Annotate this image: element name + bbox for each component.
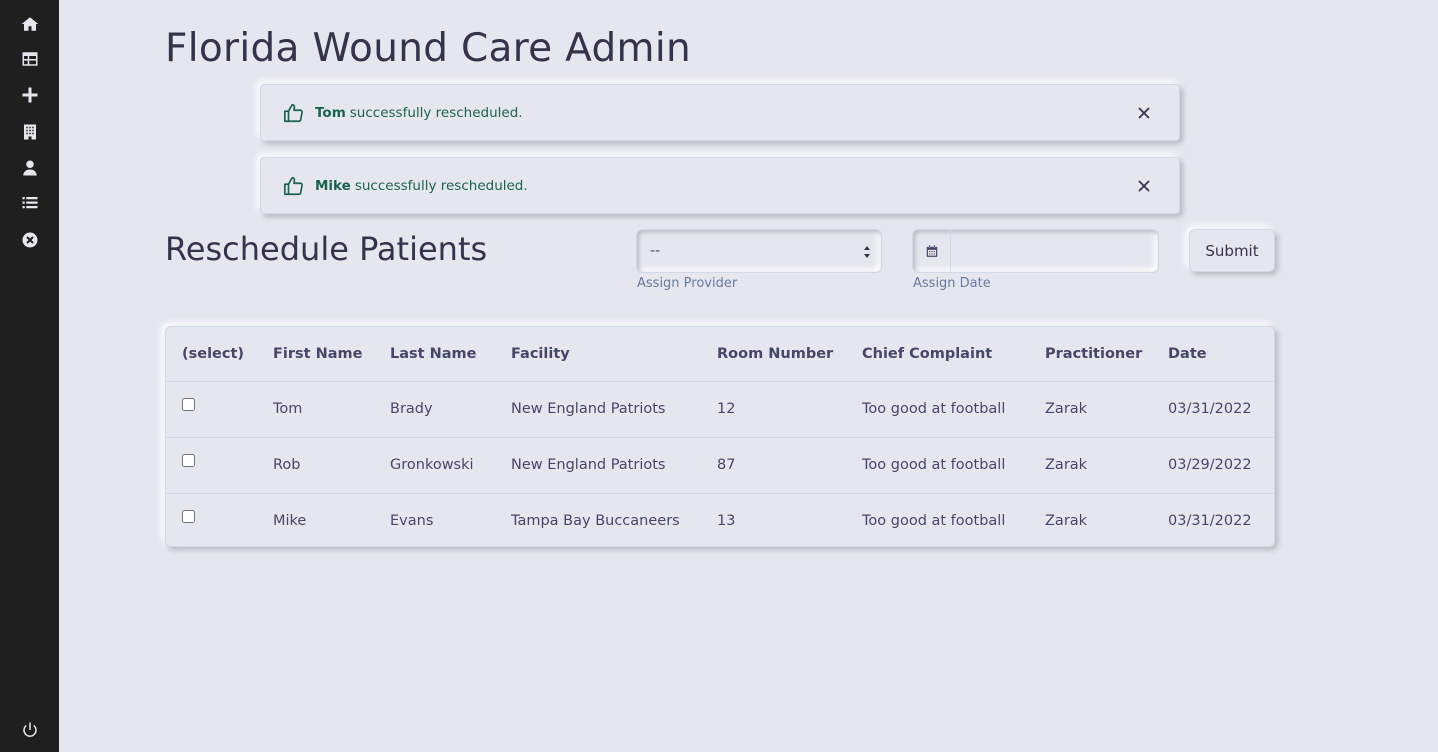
column-header-last-name: Last Name [374, 327, 495, 382]
chief-complaint-cell: Too good at football [862, 513, 1006, 530]
patients-table-card: (select) First Name Last Name Facility R… [165, 326, 1275, 547]
select-cell [166, 493, 257, 546]
close-icon[interactable] [1135, 104, 1153, 122]
user-doctor-icon[interactable] [20, 158, 40, 178]
thumbs-up-icon [283, 102, 305, 124]
column-header-first-name: First Name [257, 327, 374, 382]
date-input-wrapper [912, 229, 1159, 273]
main-content: Florida Wound Care Admin Tom successfull… [59, 0, 1438, 752]
last-name-cell: Gronkowski [374, 437, 495, 494]
alert-message: successfully rescheduled. [354, 177, 528, 194]
last-name-cell: Brady [374, 381, 495, 438]
date-cell: 03/31/2022 [1168, 513, 1252, 530]
column-header-practitioner: Practitioner [1029, 327, 1152, 382]
success-alert: Tom successfully rescheduled. [260, 84, 1180, 141]
practitioner-cell: Zarak [1029, 437, 1152, 494]
room-number-cell: 87 [701, 437, 846, 494]
column-header-room-number: Room Number [701, 327, 846, 382]
column-header-date: Date [1152, 327, 1274, 382]
table-icon[interactable] [20, 49, 40, 69]
alert-message: successfully rescheduled. [349, 104, 523, 121]
date-cell: 03/29/2022 [1152, 437, 1274, 494]
practitioner-cell: Zarak [1029, 381, 1152, 438]
sidebar [0, 0, 59, 752]
row-checkbox[interactable] [182, 453, 195, 467]
thumbs-up-icon [283, 175, 305, 197]
column-header-facility: Facility [495, 327, 701, 382]
first-name-cell: Rob [257, 437, 374, 494]
success-alert: Mike successfully rescheduled. [260, 157, 1180, 214]
table-row: Rob Gronkowski New England Patriots 87 T… [166, 437, 1274, 494]
column-header-chief-complaint: Chief Complaint [846, 327, 1029, 382]
practitioner-cell: Zarak [1045, 513, 1088, 530]
chief-complaint-cell: Too good at football [846, 381, 1029, 438]
table-row: Mike Evans Tampa Bay Buccaneers 13 Too g… [166, 493, 1274, 546]
building-icon[interactable] [20, 122, 40, 142]
table-row: Tom Brady New England Patriots 12 Too go… [166, 381, 1274, 438]
alert-patient-name: Tom [315, 104, 346, 121]
close-icon[interactable] [1135, 177, 1153, 195]
home-icon[interactable] [20, 14, 40, 34]
facility-cell: New England Patriots [495, 437, 701, 494]
chief-complaint-cell: Too good at football [846, 437, 1029, 494]
calendar-icon[interactable] [913, 230, 951, 272]
times-circle-icon[interactable] [20, 230, 40, 250]
provider-select-wrapper: -- [636, 229, 882, 273]
power-icon[interactable] [20, 720, 40, 740]
row-checkbox[interactable] [182, 397, 195, 411]
select-cell [166, 437, 257, 494]
first-name-cell: Mike [273, 513, 307, 530]
row-checkbox[interactable] [182, 509, 195, 523]
provider-label: Assign Provider [637, 276, 738, 291]
section-title: Reschedule Patients [165, 230, 488, 268]
patients-table: (select) First Name Last Name Facility R… [166, 327, 1274, 546]
date-cell: 03/31/2022 [1152, 381, 1274, 438]
page-title: Florida Wound Care Admin [165, 26, 691, 71]
column-header-select: (select) [166, 327, 257, 382]
submit-button[interactable]: Submit [1189, 229, 1275, 272]
last-name-cell: Evans [390, 513, 434, 530]
facility-cell: New England Patriots [495, 381, 701, 438]
alert-patient-name: Mike [315, 177, 351, 194]
plus-icon[interactable] [20, 85, 40, 105]
room-number-cell: 12 [701, 381, 846, 438]
first-name-cell: Tom [257, 381, 374, 438]
facility-cell: Tampa Bay Buccaneers [511, 513, 680, 530]
list-icon[interactable] [20, 193, 40, 213]
room-number-cell: 13 [717, 513, 736, 530]
provider-select[interactable]: -- [637, 230, 881, 272]
date-input[interactable] [951, 230, 1158, 272]
table-header-row: (select) First Name Last Name Facility R… [166, 327, 1274, 382]
date-label: Assign Date [913, 276, 991, 291]
select-cell [166, 381, 257, 438]
